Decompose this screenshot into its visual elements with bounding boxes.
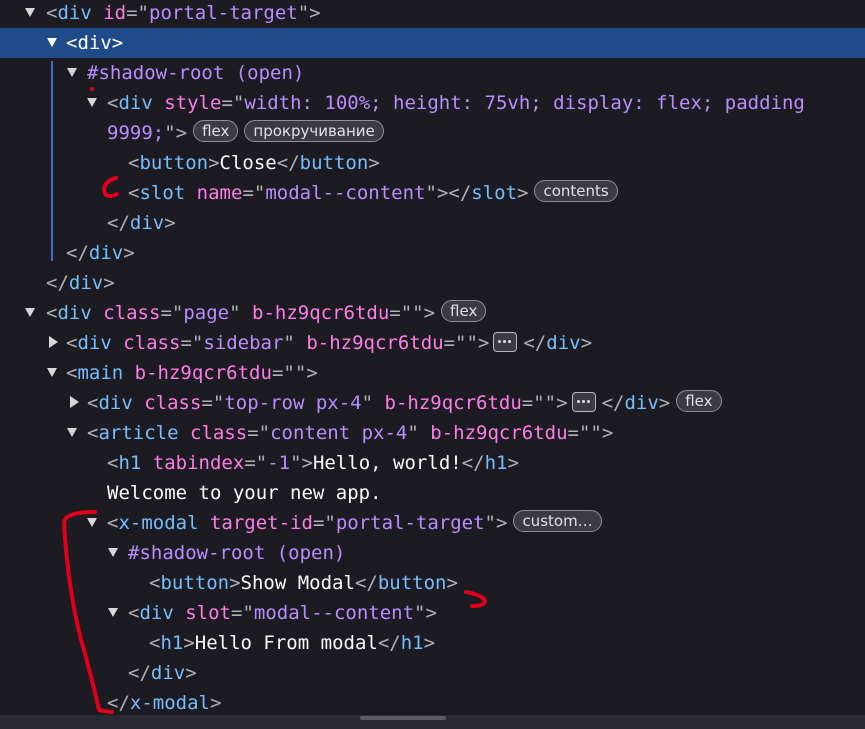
flex-badge[interactable]: flex — [441, 300, 487, 322]
flex-badge[interactable]: flex — [676, 390, 722, 412]
tree-node-close-div[interactable]: </div> — [0, 658, 865, 688]
tree-node-portal-target[interactable]: <div id="portal-target"> — [0, 0, 865, 28]
flex-badge[interactable]: flex — [193, 120, 239, 142]
tree-node-div-selected[interactable]: <div> — [0, 28, 865, 58]
expand-triangle-icon[interactable] — [67, 428, 77, 437]
expand-triangle-icon[interactable] — [25, 308, 35, 317]
expand-triangle-icon[interactable] — [47, 368, 57, 377]
tree-node-slotted-div[interactable]: <div slot="modal--content"> — [0, 598, 865, 628]
expand-triangle-icon[interactable] — [25, 8, 35, 17]
scrollbar-thumb[interactable] — [360, 716, 446, 720]
tree-node-h1[interactable]: <h1 tabindex="-1">Hello, world!</h1> — [0, 448, 865, 478]
tree-node-top-row[interactable]: <div class="top-row px-4" b-hz9qcr6tdu="… — [0, 388, 865, 418]
collapsed-triangle-icon[interactable] — [70, 396, 79, 408]
tree-node-main[interactable]: <main b-hz9qcr6tdu=""> — [0, 358, 865, 388]
tree-node-close-div[interactable]: </div> — [0, 208, 865, 238]
tree-node-close-div[interactable]: </div> — [0, 268, 865, 298]
tree-node-text[interactable]: Welcome to your new app. — [0, 478, 865, 508]
expand-triangle-icon[interactable] — [67, 68, 77, 77]
contents-badge[interactable]: contents — [534, 180, 618, 202]
ellipsis-icon[interactable] — [571, 392, 596, 412]
tree-node-page[interactable]: <div class="page" b-hz9qcr6tdu=""> flex — [0, 298, 865, 328]
tree-node-article[interactable]: <article class="content px-4" b-hz9qcr6t… — [0, 418, 865, 448]
tree-node-shadow-root[interactable]: #shadow-root (open) — [0, 538, 865, 568]
expand-triangle-icon[interactable] — [87, 98, 97, 107]
tree-node-show-modal-button[interactable]: <button>Show Modal</button> — [0, 568, 865, 598]
tree-node-close-x-modal[interactable]: </x-modal> — [0, 688, 865, 718]
tree-node-modal-h1[interactable]: <h1>Hello From modal</h1> — [0, 628, 865, 658]
tree-node-sidebar[interactable]: <div class="sidebar" b-hz9qcr6tdu=""> </d… — [0, 328, 865, 358]
expand-triangle-icon[interactable] — [108, 548, 118, 557]
collapsed-triangle-icon[interactable] — [49, 336, 58, 348]
custom-element-badge[interactable]: custom… — [513, 510, 602, 532]
expand-triangle-icon[interactable] — [108, 608, 118, 617]
scroll-badge[interactable]: прокручивание — [244, 120, 384, 142]
tree-node-close-div[interactable]: </div> — [0, 238, 865, 268]
tree-node-slot[interactable]: <slot name="modal--content"></slot> conte… — [0, 178, 865, 208]
expand-triangle-icon[interactable] — [87, 518, 97, 527]
tree-node-styled-div[interactable]: <div style="width: 100%; height: 75vh; d… — [0, 88, 865, 148]
tree-node-close-button[interactable]: <button>Close</button> — [0, 148, 865, 178]
markup-tree: <div id="portal-target"> <div> #shadow-r… — [0, 0, 865, 729]
tree-node-shadow-root[interactable]: #shadow-root (open) — [0, 58, 865, 88]
ellipsis-icon[interactable] — [493, 332, 518, 352]
expand-triangle-icon[interactable] — [47, 38, 57, 47]
tree-node-x-modal[interactable]: <x-modal target-id="portal-target"> custo… — [0, 508, 865, 538]
